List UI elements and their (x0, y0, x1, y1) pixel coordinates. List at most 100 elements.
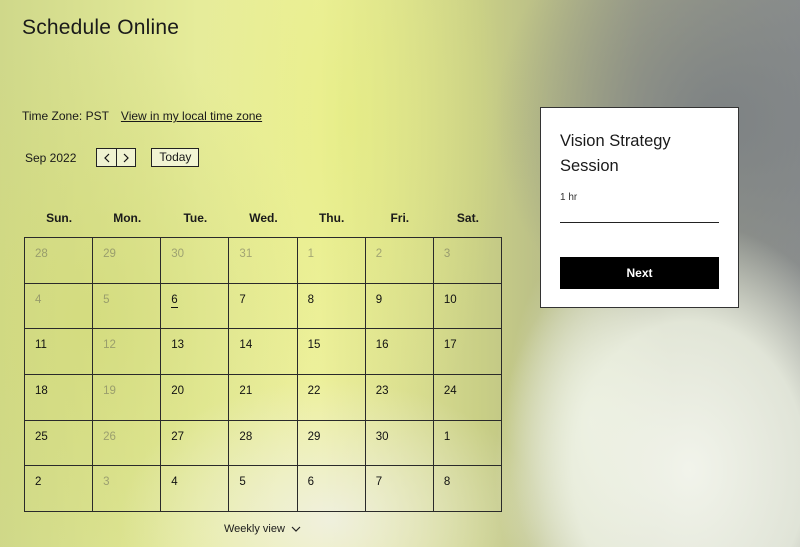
today-button[interactable]: Today (151, 148, 200, 167)
calendar-day[interactable]: 29 (297, 420, 366, 467)
calendar-day[interactable]: 7 (365, 466, 434, 512)
weekday-label: Sat. (456, 211, 479, 225)
calendar-day[interactable]: 16 (365, 329, 434, 375)
day-number: 24 (443, 385, 457, 397)
calendar-day: 26 (93, 420, 162, 467)
day-number: 14 (239, 339, 253, 352)
calendar-day[interactable]: 24 (433, 375, 502, 421)
calendar-day: 5 (93, 283, 162, 330)
day-number: 22 (307, 385, 321, 397)
day-number: 31 (239, 248, 253, 260)
calendar-day[interactable]: 2 (25, 466, 94, 512)
day-number: 21 (239, 385, 253, 397)
day-number: 15 (307, 339, 321, 352)
day-number: 1 (443, 430, 451, 443)
weekday-label: Tue. (183, 211, 208, 225)
weekday-label: Wed. (249, 211, 278, 225)
day-number: 11 (35, 339, 47, 352)
local-timezone-link[interactable]: View in my local time zone (121, 109, 262, 123)
timezone-row: Time Zone: PST View in my local time zon… (22, 109, 262, 123)
day-number: 6 (307, 476, 314, 489)
calendar-day[interactable]: 27 (161, 420, 230, 467)
weekday-label: Thu. (318, 211, 345, 225)
calendar-day[interactable]: 22 (297, 375, 366, 421)
day-number: 17 (443, 339, 457, 352)
day-number: 18 (35, 385, 48, 397)
day-number: 20 (171, 385, 185, 397)
calendar-day: 30 (161, 238, 230, 284)
service-panel: Vision Strategy Session 1 hr Next (540, 107, 739, 308)
day-number: 8 (443, 476, 451, 489)
calendar-day[interactable]: 14 (229, 329, 298, 375)
day-number: 2 (375, 248, 383, 260)
day-number: 3 (443, 248, 451, 260)
day-number: 23 (375, 385, 389, 397)
timezone-label: Time Zone: PST (22, 109, 109, 123)
weekday-label: Mon. (113, 211, 142, 225)
weekly-view-label: Weekly view (224, 523, 285, 535)
calendar-day[interactable]: 6 (297, 466, 366, 512)
day-number: 4 (35, 293, 42, 306)
calendar-day[interactable]: 18 (25, 375, 94, 421)
calendar-day[interactable]: 13 (161, 329, 230, 375)
divider (560, 222, 719, 223)
calendar-day: 3 (433, 238, 502, 284)
calendar-day[interactable]: 1 (433, 420, 502, 467)
chevron-right-icon (123, 153, 130, 162)
calendar-day[interactable]: 30 (365, 420, 434, 467)
calendar-day[interactable]: 17 (433, 329, 502, 375)
calendar-day[interactable]: 21 (229, 375, 298, 421)
calendar-day: 19 (93, 375, 162, 421)
day-number: 7 (239, 293, 246, 306)
weekly-view-toggle[interactable]: Weekly view (224, 523, 301, 535)
calendar-day[interactable]: 9 (365, 283, 434, 330)
day-number: 29 (307, 430, 321, 443)
weekday-header: Sun. Mon. Tue. Wed. Thu. Fri. Sat. (25, 211, 502, 225)
previous-month-button[interactable] (97, 149, 117, 166)
next-month-button[interactable] (116, 149, 136, 166)
calendar-day-today[interactable]: 6 (161, 283, 230, 330)
day-number: 16 (375, 339, 389, 352)
day-number: 3 (103, 476, 110, 489)
day-number: 5 (239, 476, 246, 489)
day-number: 2 (35, 476, 42, 489)
calendar-day[interactable]: 20 (161, 375, 230, 421)
month-arrows (96, 148, 137, 167)
calendar-day[interactable]: 28 (229, 420, 298, 467)
calendar-day[interactable]: 7 (229, 283, 298, 330)
chevron-down-icon (291, 526, 301, 532)
service-duration: 1 hr (560, 192, 578, 203)
calendar-day: 12 (93, 329, 162, 375)
calendar-day[interactable]: 11 (25, 329, 94, 375)
calendar-grid: 28 29 30 31 1 2 3 4 5 6 7 8 9 10 11 12 13 14 15 16 17 18 19 20 2… (24, 237, 502, 512)
weekday-label: Sun. (46, 211, 73, 225)
page-title: Schedule Online (22, 16, 180, 39)
calendar-day: 31 (229, 238, 298, 284)
next-button[interactable]: Next (560, 257, 719, 289)
day-number: 10 (443, 293, 457, 306)
calendar-day[interactable]: 8 (297, 283, 366, 330)
calendar-day: 1 (297, 238, 366, 284)
day-number: 26 (103, 430, 116, 443)
day-number: 7 (375, 476, 383, 489)
day-number: 12 (103, 339, 116, 352)
day-number: 30 (171, 248, 185, 260)
day-number: 1 (307, 248, 314, 260)
day-number: 25 (35, 430, 48, 443)
calendar-day[interactable]: 15 (297, 329, 366, 375)
calendar-day: 29 (93, 238, 162, 284)
month-label: Sep 2022 (25, 150, 77, 165)
calendar-day[interactable]: 4 (161, 466, 230, 512)
calendar-day[interactable]: 8 (433, 466, 502, 512)
weekday-label: Fri. (390, 211, 410, 225)
day-number: 29 (103, 248, 116, 260)
day-number: 28 (239, 430, 253, 443)
calendar-day[interactable]: 5 (229, 466, 298, 512)
day-number: 30 (375, 430, 389, 443)
chevron-left-icon (104, 153, 110, 162)
calendar-day[interactable]: 23 (365, 375, 434, 421)
calendar-day: 4 (25, 283, 94, 330)
calendar-day[interactable]: 10 (433, 283, 502, 330)
day-number: 4 (171, 476, 178, 489)
calendar-day[interactable]: 25 (25, 420, 94, 467)
